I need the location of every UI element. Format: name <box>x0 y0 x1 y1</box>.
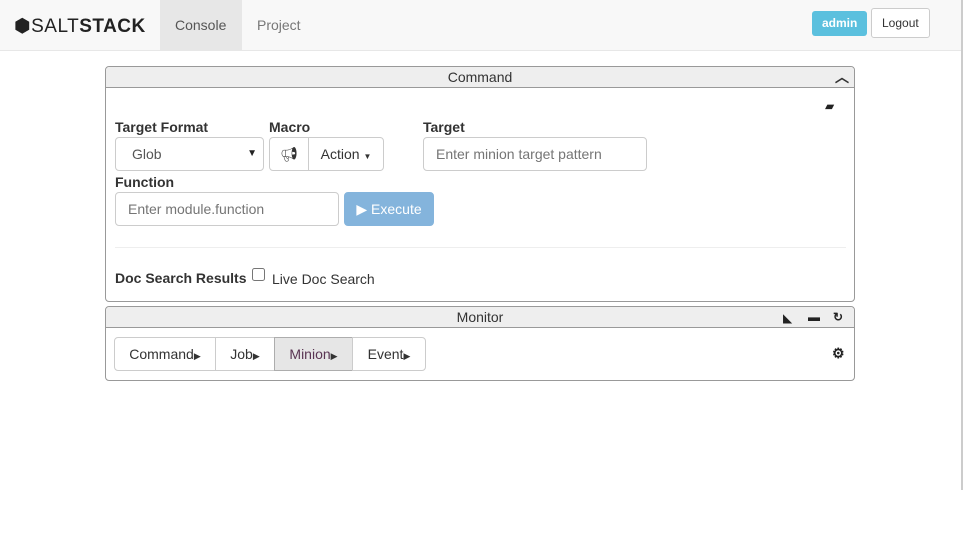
chevron-up-icon[interactable]: ︿ <box>835 67 849 87</box>
tab-label: Job <box>230 346 253 362</box>
refresh-icon[interactable]: ↻ <box>833 307 843 327</box>
function-input[interactable] <box>115 192 339 226</box>
tab-label: Minion <box>289 346 331 362</box>
navbar: ⬢SALTSTACK Console Project admin Logout <box>0 0 963 51</box>
briefcase-icon[interactable]: ▬ <box>808 307 820 327</box>
monitor-panel-header: Monitor ◣ ▬ ↻ <box>106 307 854 328</box>
bullhorn-icon: 📢︎ <box>280 146 298 162</box>
book-icon[interactable]: ▰ <box>825 99 834 113</box>
function-label: Function <box>115 174 175 190</box>
live-doc-search-label[interactable]: Live Doc Search <box>272 271 375 287</box>
panel-title: Monitor <box>456 309 504 325</box>
caret-right-icon: ▶ <box>252 351 260 361</box>
target-input[interactable] <box>423 137 647 171</box>
caret-down-icon: ▼ <box>363 152 372 161</box>
select-value: Glob <box>132 146 162 162</box>
rss-icon[interactable]: ◣ <box>783 308 792 328</box>
caret-right-icon: ▶ <box>403 351 411 361</box>
divider <box>115 247 846 248</box>
target-format-label: Target Format <box>115 119 209 135</box>
tab-label: Command <box>129 346 194 362</box>
live-doc-search-checkbox[interactable] <box>252 268 265 281</box>
monitor-tab-job[interactable]: Job▶ <box>215 337 275 371</box>
macro-button[interactable]: 📢︎ <box>269 137 309 171</box>
tab-project[interactable]: Project <box>242 0 316 50</box>
monitor-tab-event[interactable]: Event▶ <box>352 337 426 371</box>
logout-button[interactable]: Logout <box>871 8 930 38</box>
monitor-tab-minion[interactable]: Minion▶ <box>274 337 353 371</box>
panel-title: Command <box>447 69 513 85</box>
command-panel-header: Command ︿ <box>106 67 854 88</box>
target-label: Target <box>423 119 465 135</box>
user-badge[interactable]: admin <box>812 11 868 36</box>
command-panel: Command ︿ ▰ Target Format Glob ▼ Macro 📢︎… <box>105 66 855 302</box>
tab-console[interactable]: Console <box>160 0 242 50</box>
doc-search-label: Doc Search Results <box>115 270 247 286</box>
action-dropdown[interactable]: Action ▼ <box>308 137 384 171</box>
caret-right-icon: ▶ <box>330 351 338 361</box>
gear-icon[interactable]: ⚙ <box>832 345 845 362</box>
cube-icon: ⬢ <box>14 16 32 37</box>
action-label: Action <box>320 146 360 162</box>
execute-button[interactable]: ▶ Execute <box>344 192 434 226</box>
monitor-panel: Monitor ◣ ▬ ↻ Command▶ Job▶ Minion▶ Even… <box>105 306 855 381</box>
macro-label: Macro <box>269 119 311 135</box>
caret-down-icon: ▼ <box>247 148 257 159</box>
monitor-tab-command[interactable]: Command▶ <box>114 337 216 371</box>
execute-label: Execute <box>371 201 422 217</box>
saltstack-logo[interactable]: ⬢SALTSTACK <box>14 15 146 38</box>
play-icon: ▶ <box>356 201 368 217</box>
target-format-select[interactable]: Glob ▼ <box>115 137 264 171</box>
caret-right-icon: ▶ <box>193 351 201 361</box>
tab-label: Event <box>367 346 404 362</box>
